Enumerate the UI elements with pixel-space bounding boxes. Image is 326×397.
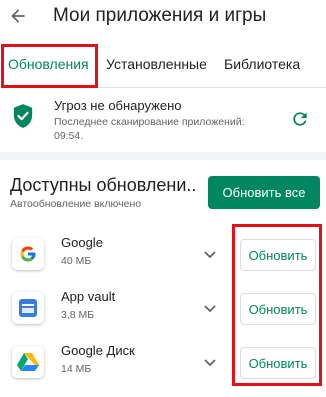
app-icon-tile (12, 238, 44, 270)
update-button[interactable]: Обновить (240, 239, 316, 271)
app-size: 3,8 МБ (61, 309, 95, 321)
tab-installed[interactable]: Установленные (106, 56, 207, 72)
app-size: 14 МБ (61, 363, 92, 375)
tab-library[interactable]: Библиотека (224, 56, 300, 72)
tab-updates[interactable]: Обновления (8, 56, 89, 72)
updates-title: Доступны обновлени.. (10, 175, 197, 195)
chevron-down-icon[interactable] (202, 249, 218, 261)
security-title: Угроз не обнаружено (54, 98, 182, 113)
app-vault-icon (19, 299, 37, 317)
app-name: Google Диск (61, 343, 135, 358)
update-button[interactable]: Обновить (240, 293, 316, 325)
app-name: App vault (61, 289, 116, 304)
back-arrow-icon (11, 9, 25, 23)
chevron-down-icon[interactable] (202, 357, 218, 369)
app-size: 40 МБ (61, 255, 92, 267)
app-bar: Мои приложения и игры (0, 0, 326, 38)
app-icon-tile (12, 292, 44, 324)
page-title: Мои приложения и игры (53, 5, 267, 26)
section-divider (0, 152, 326, 160)
app-row-app-vault[interactable]: App vault 3,8 МБ Обновить (0, 281, 326, 337)
app-row-google-drive[interactable]: Google Диск 14 МБ Обновить (0, 335, 326, 391)
tab-bar: Обновления Установленные Библиотека (0, 38, 326, 88)
security-subtitle: Последнее сканирование приложений: 09:54… (54, 116, 245, 142)
updates-section-header: Доступны обновлени.. Автообновление вклю… (0, 160, 326, 220)
google-drive-icon (17, 353, 39, 371)
app-row-google[interactable]: Google 40 МБ Обновить (0, 227, 326, 283)
back-button[interactable] (6, 4, 30, 28)
security-status-card: Угроз не обнаружено Последнее сканирован… (0, 90, 326, 150)
app-name: Google (61, 235, 103, 250)
app-icon-tile (12, 346, 44, 378)
update-all-button[interactable]: Обновить все (208, 176, 320, 209)
google-g-icon (20, 246, 36, 262)
update-button[interactable]: Обновить (240, 347, 316, 379)
shield-check-icon (13, 104, 33, 128)
refresh-icon[interactable] (290, 109, 310, 129)
auto-update-status: Автообновление включено (10, 198, 142, 210)
chevron-down-icon[interactable] (202, 303, 218, 315)
active-tab-indicator (6, 85, 90, 88)
